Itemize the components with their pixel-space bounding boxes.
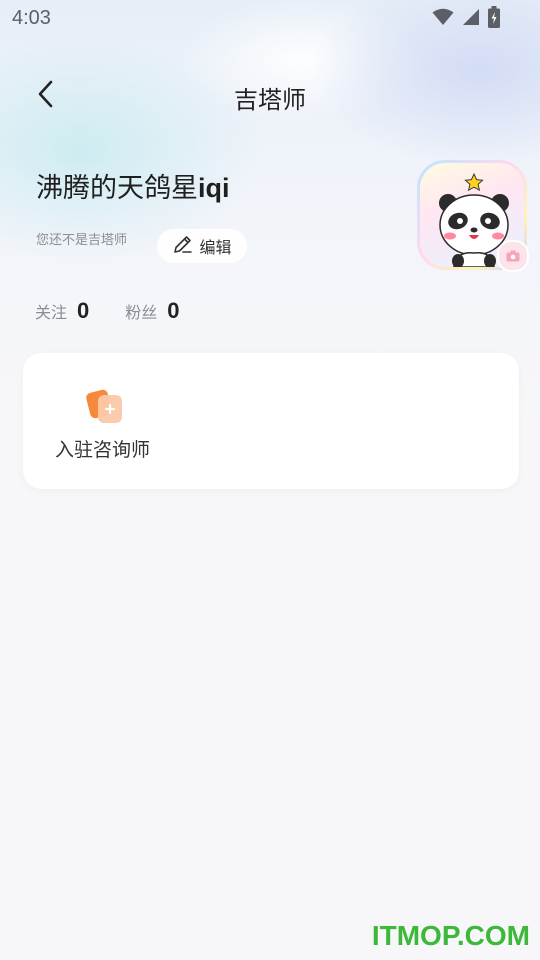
- stats-row: 关注 0 粉丝 0: [35, 298, 180, 324]
- fans-stat[interactable]: 粉丝 0: [125, 298, 179, 324]
- apply-consultant-label: 入驻咨询师: [55, 439, 151, 461]
- avatar[interactable]: [417, 160, 529, 272]
- following-stat[interactable]: 关注 0: [35, 298, 89, 324]
- wifi-icon: [432, 8, 454, 30]
- nav-bar: 吉塔师: [0, 70, 540, 122]
- status-time: 4:03: [12, 7, 51, 29]
- fans-label: 粉丝: [125, 303, 158, 322]
- status-bar: 4:03: [0, 0, 540, 38]
- battery-charging-icon: [488, 6, 500, 32]
- consultant-apply-icon: [86, 385, 126, 425]
- apply-consultant-entry[interactable]: 入驻咨询师: [51, 381, 161, 465]
- change-avatar-button[interactable]: [497, 240, 529, 272]
- user-nickname: 沸腾的天鸽星iqi: [36, 166, 230, 205]
- watermark-text: ITMOP.COM: [371, 920, 530, 951]
- following-count: 0: [77, 298, 90, 323]
- camera-icon: [506, 247, 520, 266]
- cellular-signal-icon: [462, 8, 480, 30]
- pencil-icon: [172, 233, 194, 259]
- edit-label: 编辑: [199, 238, 232, 257]
- status-icons: [432, 6, 500, 32]
- page-title: 吉塔师: [234, 86, 306, 114]
- services-card: 入驻咨询师: [23, 353, 519, 489]
- fans-count: 0: [167, 298, 180, 323]
- edit-profile-button[interactable]: 编辑: [157, 229, 247, 263]
- role-status-text: 您还不是吉塔师: [36, 233, 128, 248]
- nickname-cjk: 沸腾的天鸽星: [36, 173, 198, 204]
- following-label: 关注: [35, 303, 68, 322]
- nickname-latin: iqi: [198, 173, 230, 203]
